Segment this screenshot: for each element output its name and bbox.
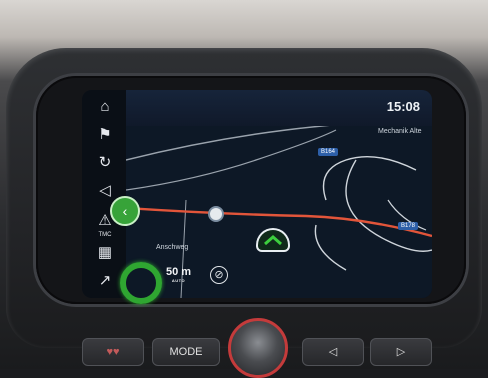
place-label-mechanik: Mechanik Alte xyxy=(378,128,422,135)
map-scale-mode: AUTO xyxy=(171,278,186,283)
map-road-grey-5 xyxy=(345,159,432,252)
map-topbar: 15:08 xyxy=(126,90,432,126)
place-label-anschweg: Anschweg xyxy=(156,244,189,251)
map-scale-value: 50 m xyxy=(166,266,192,278)
map-view-icon[interactable]: ▦ xyxy=(94,242,116,264)
vehicle-position-arrow xyxy=(258,230,288,250)
map-zoom-green-button[interactable]: ‹ xyxy=(110,196,140,226)
map-road-grey-4 xyxy=(314,224,347,271)
road-label-b164: B164 xyxy=(318,148,339,156)
route-arrow-icon[interactable]: ↗ xyxy=(94,270,116,292)
vehicle-chevron-icon xyxy=(264,235,282,246)
map-scale: 50 m AUTO xyxy=(166,266,191,283)
skip-forward-button[interactable]: ▷ xyxy=(370,338,432,366)
map-road-grey-1 xyxy=(125,119,432,161)
map-road-grey-3 xyxy=(322,155,417,201)
nav-sidebar: ⌂ ⚑ ↻ ◁ ⚠ TMC ▦ ↗ xyxy=(82,90,126,298)
road-label-b178: B178 xyxy=(398,222,419,230)
map-road-grey-2 xyxy=(125,129,337,191)
home-icon[interactable]: ⌂ xyxy=(94,96,116,118)
skip-back-button[interactable]: ◁ xyxy=(302,338,364,366)
destination-flag-icon[interactable]: ⚑ xyxy=(94,124,116,146)
clock-time: 15:08 xyxy=(386,99,420,114)
favorites-button[interactable]: ♥♥ xyxy=(82,338,144,366)
mode-button[interactable]: MODE xyxy=(152,338,220,366)
volume-knob[interactable] xyxy=(228,318,288,378)
chevron-left-icon: ‹ xyxy=(122,203,128,219)
green-ring-indicator xyxy=(120,262,162,304)
route-options-icon[interactable]: ↻ xyxy=(94,152,116,174)
voice-guidance-icon[interactable]: ◁ xyxy=(94,180,116,202)
tmc-label: TMC xyxy=(98,232,112,238)
poi-marker[interactable] xyxy=(208,206,224,222)
compass-icon[interactable]: ⊘ xyxy=(210,266,228,284)
